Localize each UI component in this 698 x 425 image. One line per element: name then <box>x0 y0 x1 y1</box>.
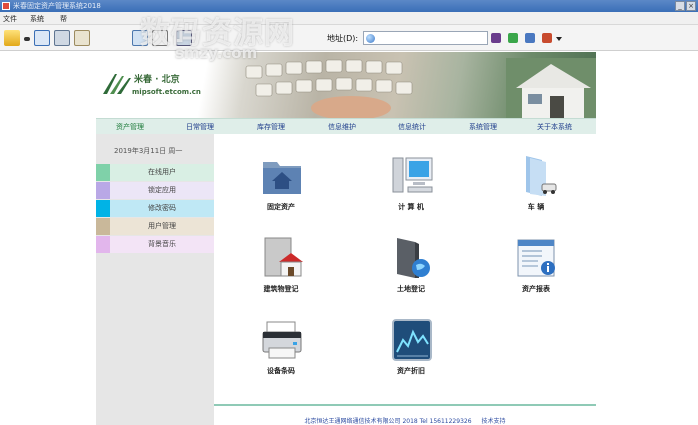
site-watermark-url: smzy.com <box>175 44 258 62</box>
sidebar-item-label: 锁定应用 <box>110 182 214 199</box>
sidebar-item-user-management[interactable]: 用户管理 <box>96 218 214 235</box>
nav-info-maintenance[interactable]: 信息维护 <box>328 122 356 132</box>
tile-label: 计 算 机 <box>398 203 424 211</box>
building-icon <box>264 237 303 277</box>
sidebar-item-lock-app[interactable]: 锁定应用 <box>96 182 214 199</box>
tile-label: 资产报表 <box>522 285 550 293</box>
sidebar-item-label: 用户管理 <box>110 218 214 235</box>
menu-help[interactable]: 帮 <box>60 14 67 24</box>
main-panel: 固定资产 计 算 机 车 辆 建筑物登记 土地登记 资产报表 设备条码 资产折旧 <box>214 134 596 404</box>
sidebar-swatch <box>96 236 110 253</box>
sidebar-item-label: 修改密码 <box>110 200 214 217</box>
land-globe-icon <box>397 238 430 278</box>
menu-system[interactable]: 系统 <box>30 14 44 24</box>
sidebar-item-online-users[interactable]: 在线用户 <box>96 164 214 181</box>
sidebar-swatch <box>96 218 110 235</box>
chart-icon <box>392 319 432 361</box>
current-date: 2019年3月11日 周一 <box>114 147 183 155</box>
minimize-button[interactable]: _ <box>675 1 685 11</box>
nav-info-statistics[interactable]: 信息统计 <box>398 122 426 132</box>
keyboard-image <box>245 59 413 118</box>
sidebar-swatch <box>96 182 110 199</box>
nav-system-management[interactable]: 系统管理 <box>469 122 497 132</box>
footer: 北京恒达王通网络通信技术有限公司 2018 Tel 15611229326 技术… <box>214 416 596 425</box>
house-image <box>506 58 596 118</box>
address-input[interactable] <box>363 31 488 45</box>
vehicle-folder-icon <box>526 156 557 196</box>
window-layout-icon[interactable] <box>34 30 50 46</box>
sidebar-swatch <box>96 164 110 181</box>
address-label: 地址(D): <box>327 34 359 43</box>
sidebar-swatch <box>96 200 110 217</box>
tile-label: 资产折旧 <box>397 367 425 375</box>
toolbar: 地址(D): <box>0 25 698 51</box>
print-preview-icon[interactable] <box>542 33 552 43</box>
dropdown-arrow-icon[interactable] <box>24 37 30 41</box>
header-banner: 米春 · 北京 mipsoft.etcom.cn <box>96 52 596 118</box>
tile-label: 建筑物登记 <box>263 285 299 293</box>
tile-label: 设备条码 <box>267 367 295 375</box>
printer-icon <box>262 321 302 359</box>
tile-label: 车 辆 <box>527 203 545 211</box>
report-icon <box>517 239 555 277</box>
sidebar-item-label: 背景音乐 <box>110 236 214 253</box>
footer-divider <box>214 404 596 406</box>
main-nav: 资产管理 日常管理 库存管理 信息维护 信息统计 系统管理 关于本系统 <box>96 118 596 134</box>
computer-toolbar-icon[interactable] <box>54 30 70 46</box>
right-margin <box>597 52 698 425</box>
nav-inventory-management[interactable]: 库存管理 <box>257 122 285 132</box>
tile-label: 固定资产 <box>267 203 295 211</box>
menu-file[interactable]: 文件 <box>3 14 17 24</box>
menu-bar: 文件 系统 帮 <box>0 12 698 25</box>
tile-label: 土地登记 <box>397 285 425 293</box>
nav-daily-management[interactable]: 日常管理 <box>186 122 214 132</box>
more-dropdown-icon[interactable] <box>556 37 562 41</box>
window-title: 米春固定资产管理系统2018 <box>13 2 101 10</box>
nav-about[interactable]: 关于本系统 <box>537 122 572 132</box>
open-folder-icon[interactable] <box>4 30 20 46</box>
folder-home-icon <box>263 162 301 194</box>
document-icon[interactable] <box>74 30 90 46</box>
sidebar-item-background-music[interactable]: 背景音乐 <box>96 236 214 253</box>
nav-asset-management[interactable]: 资产管理 <box>116 122 144 132</box>
tech-support-link[interactable]: 技术支持 <box>481 418 505 425</box>
app-icon <box>2 2 10 10</box>
globe-icon <box>366 34 375 43</box>
close-button[interactable]: × <box>686 1 696 11</box>
title-bar: 米春固定资产管理系统2018 _ × <box>0 0 698 12</box>
sidebar-item-change-password[interactable]: 修改密码 <box>96 200 214 217</box>
go-icon[interactable] <box>508 33 518 43</box>
left-margin <box>0 52 96 425</box>
address-dropdown-icon[interactable] <box>491 33 501 43</box>
computer-icon <box>392 157 433 193</box>
footer-copyright: 北京恒达王通网络通信技术有限公司 2018 Tel 15611229326 <box>304 418 472 425</box>
banner-brand: 米春 · 北京 <box>134 75 180 85</box>
company-logo <box>101 70 133 96</box>
sidebar-item-label: 在线用户 <box>110 164 214 181</box>
save-icon[interactable] <box>525 33 535 43</box>
banner-domain: mipsoft.etcom.cn <box>132 88 201 96</box>
sidebar: 2019年3月11日 周一 在线用户 锁定应用 修改密码 用户管理 背景音乐 <box>96 134 214 425</box>
